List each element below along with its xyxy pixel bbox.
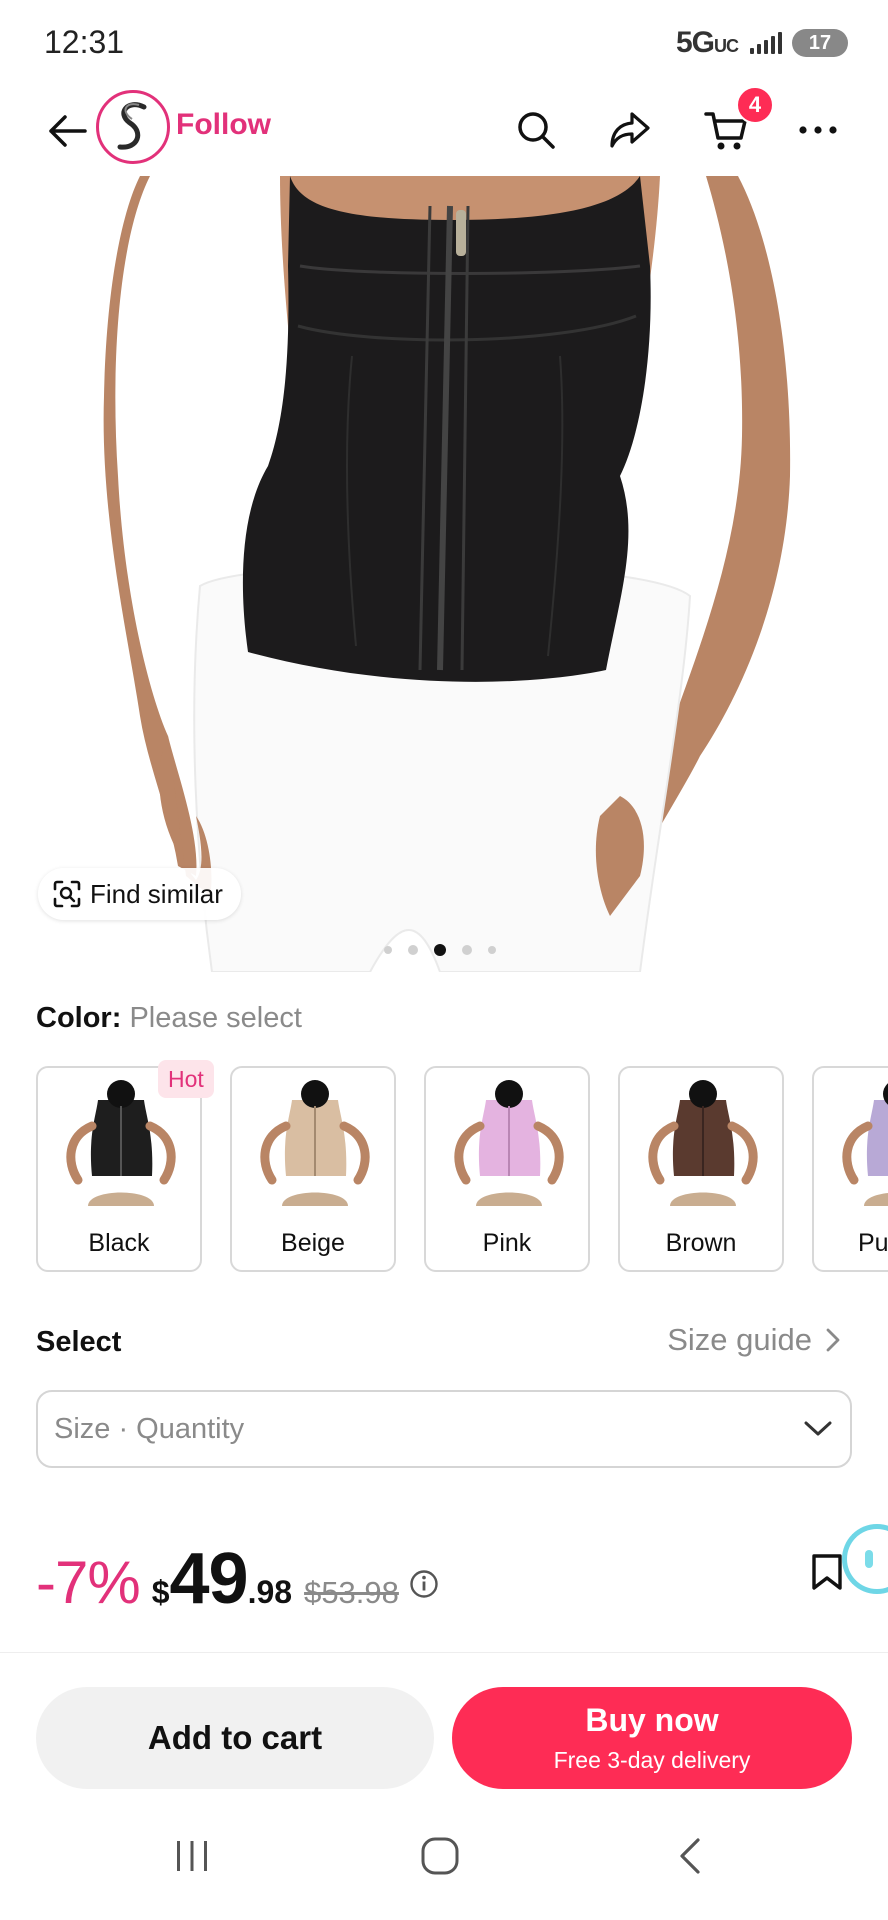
signal-icon: [750, 32, 782, 54]
price-cents: .98: [247, 1574, 293, 1610]
swatch-label: Beige: [281, 1229, 345, 1257]
more-icon[interactable]: [792, 104, 844, 156]
back-arrow-icon[interactable]: [44, 108, 90, 154]
free-delivery-label: Free 3-day delivery: [553, 1747, 751, 1773]
select-title: Select: [36, 1326, 122, 1358]
color-option-beige[interactable]: Beige: [230, 1066, 396, 1272]
scan-icon: [53, 880, 81, 908]
status-bar: 12:31 5GUC 17: [0, 0, 888, 86]
chevron-right-icon: [826, 1328, 840, 1352]
network-indicator: 5GUC: [675, 26, 739, 59]
cart-count-badge: 4: [736, 86, 774, 124]
swatch-image: [648, 1080, 758, 1206]
status-icons: 5GUC 17: [676, 26, 848, 60]
gallery-pagination: [384, 944, 496, 956]
pagination-dot-active[interactable]: [434, 944, 446, 956]
color-option-pink[interactable]: Pink: [424, 1066, 590, 1272]
swatch-image: [842, 1083, 888, 1206]
battery-icon: 17: [792, 29, 848, 57]
info-icon[interactable]: [409, 1569, 439, 1599]
recents-icon[interactable]: [152, 1826, 232, 1886]
bookmark-icon[interactable]: [810, 1552, 844, 1592]
promo-line-clipped: [36, 1640, 636, 1652]
status-time: 12:31: [44, 24, 125, 60]
color-value: Please select: [129, 1002, 302, 1034]
discount-percent: -7%: [36, 1549, 141, 1616]
color-option-purple[interactable]: Pu: [812, 1066, 888, 1272]
find-similar-button[interactable]: Find similar: [38, 868, 241, 920]
search-icon[interactable]: [510, 104, 562, 156]
home-icon[interactable]: [400, 1826, 480, 1886]
chevron-down-icon: [804, 1421, 832, 1436]
pagination-dot[interactable]: [488, 946, 496, 954]
floating-assistant-icon[interactable]: [842, 1524, 888, 1594]
size-guide-label: Size guide: [667, 1322, 812, 1357]
swatch-label: Black: [88, 1229, 150, 1257]
color-label: Color:: [36, 1002, 122, 1034]
system-nav-bar: [0, 1796, 888, 1920]
product-image[interactable]: Find similar: [0, 176, 888, 972]
price-currency: $: [151, 1574, 170, 1610]
share-icon[interactable]: [604, 104, 656, 156]
store-logo[interactable]: [96, 90, 170, 164]
color-options: Hot Black Beige Pink Brown Pu: [36, 1060, 888, 1280]
swatch-label: Pu: [858, 1229, 888, 1257]
size-select-placeholder: Size · Quantity: [54, 1412, 245, 1445]
size-guide-link[interactable]: Size guide: [667, 1322, 840, 1358]
pagination-dot[interactable]: [384, 946, 392, 954]
product-photo: [103, 176, 791, 972]
color-label-row: Color: Please select: [36, 1002, 302, 1035]
add-to-cart-button[interactable]: Add to cart: [36, 1687, 434, 1789]
swatch-image: [260, 1080, 370, 1206]
hot-badge: Hot: [158, 1060, 214, 1098]
swatch-label: Brown: [665, 1229, 737, 1257]
swatch-image: [454, 1080, 564, 1206]
price-row: -7% $ 49 .98 $53.98: [36, 1538, 439, 1620]
system-back-icon[interactable]: [650, 1826, 730, 1886]
price-main: 49: [169, 1539, 249, 1619]
pagination-dot[interactable]: [408, 945, 418, 955]
follow-button[interactable]: Follow: [176, 108, 271, 142]
buy-now-label: Buy now: [585, 1702, 719, 1738]
original-price: $53.98: [304, 1575, 399, 1610]
swatch-label: Pink: [482, 1229, 532, 1257]
app-header: Follow 4: [0, 86, 888, 176]
size-quantity-select[interactable]: Size · Quantity: [36, 1390, 852, 1468]
buy-now-button[interactable]: Buy now Free 3-day delivery: [452, 1687, 852, 1789]
find-similar-label: Find similar: [90, 878, 223, 909]
bottom-action-bar: Add to cart Buy now Free 3-day delivery: [0, 1652, 888, 1796]
pagination-dot[interactable]: [462, 945, 472, 955]
color-option-brown[interactable]: Brown: [618, 1066, 784, 1272]
